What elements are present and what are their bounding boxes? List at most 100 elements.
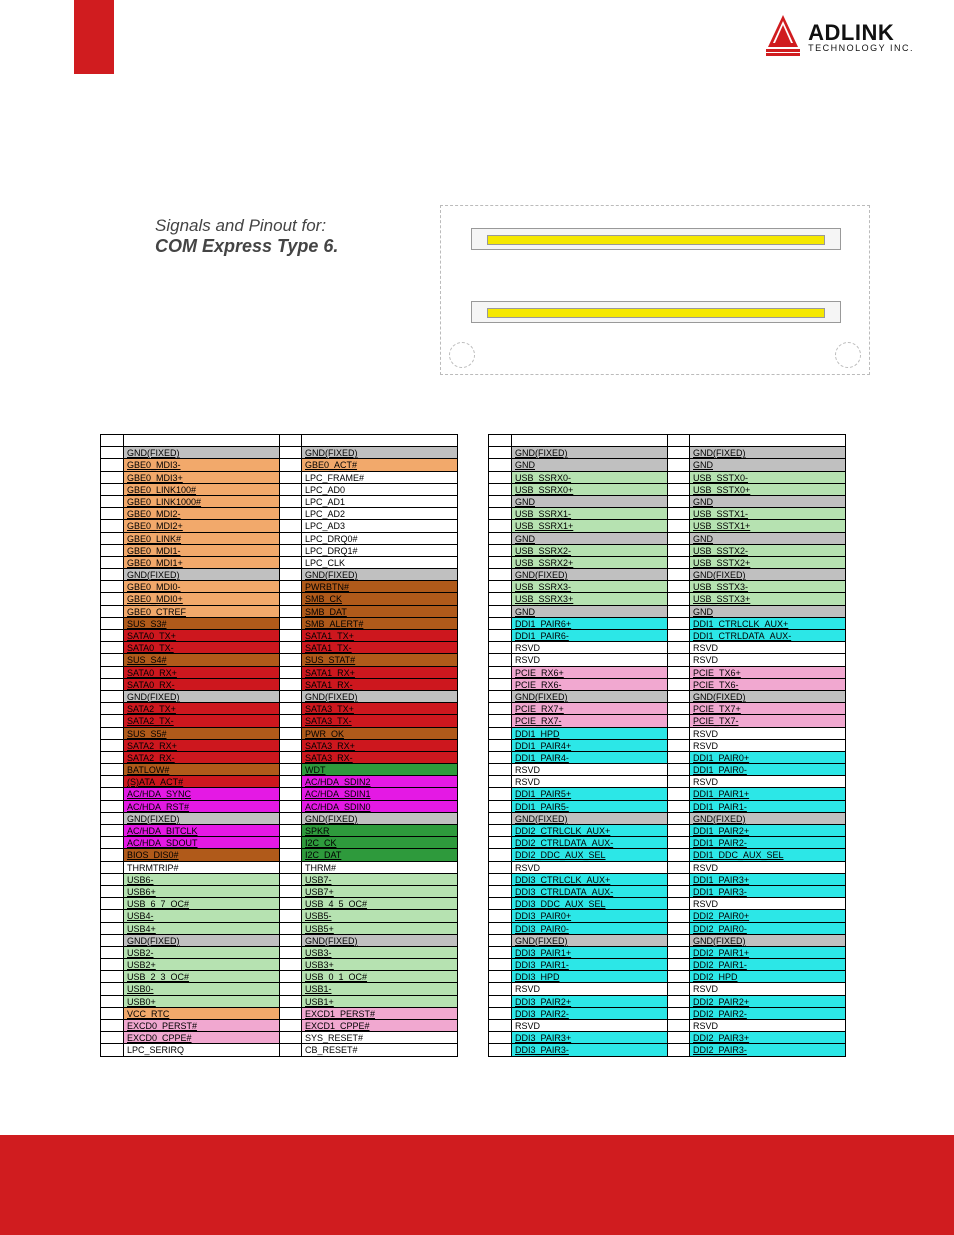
pin-number — [279, 728, 301, 740]
group-ab: GND(FIXED)GBE0_MDI3-GBE0_MDI3+GBE0_LINK1… — [100, 434, 458, 1057]
signal-cell: GND(FIXED) — [301, 813, 457, 825]
pin-number — [101, 801, 123, 813]
pin-number — [101, 923, 123, 935]
signal-cell: USB_0_1_OC# — [301, 971, 457, 983]
pin-number — [489, 910, 511, 922]
signal-cell: LPC_DRQ0# — [301, 533, 457, 545]
signal-cell: GBE0_MDI0+ — [123, 593, 279, 605]
pin-number — [101, 679, 123, 691]
signal-cell: SYS_RESET# — [301, 1032, 457, 1044]
signal-cell: PCIE_RX7- — [511, 715, 667, 727]
pin-number — [101, 764, 123, 776]
signal-cell: DDI1_PAIR1- — [689, 801, 845, 813]
signal-cell: AC/HDA_RST# — [123, 801, 279, 813]
pin-number — [279, 923, 301, 935]
signal-cell: GND(FIXED) — [123, 935, 279, 947]
signal-cell: GND — [511, 606, 667, 618]
signal-cell: USB_SSRX3- — [511, 581, 667, 593]
pin-number — [279, 1008, 301, 1020]
signal-cell: GBE0_LINK100# — [123, 484, 279, 496]
signal-cell: GND(FIXED) — [689, 691, 845, 703]
pin-number — [489, 459, 511, 471]
signal-cell: GBE0_MDI2+ — [123, 520, 279, 532]
signal-cell: DDI1_HPD — [511, 728, 667, 740]
pin-number — [101, 520, 123, 532]
col-c-sig: GND(FIXED)GNDUSB_SSRX0-USB_SSRX0+GNDUSB_… — [511, 435, 667, 1057]
pin-number — [279, 837, 301, 849]
signal-cell: GBE0_MDI0- — [123, 581, 279, 593]
pin-number — [279, 776, 301, 788]
signal-cell: GND(FIXED) — [123, 813, 279, 825]
pin-number — [279, 581, 301, 593]
pin-number — [489, 898, 511, 910]
signal-cell: SUS_S3# — [123, 618, 279, 630]
pin-number — [489, 533, 511, 545]
pin-number — [279, 813, 301, 825]
signal-cell: GND(FIXED) — [301, 569, 457, 581]
pin-number — [667, 581, 689, 593]
col-c-pin — [489, 435, 511, 1057]
signal-cell: THRM# — [301, 862, 457, 874]
logo-sub-text: TECHNOLOGY INC. — [808, 44, 914, 53]
pin-number — [667, 667, 689, 679]
pin-number — [279, 740, 301, 752]
signal-cell: EXCD1_PERST# — [301, 1008, 457, 1020]
signal-cell: DDI3_PAIR2+ — [511, 996, 667, 1008]
pin-number — [279, 874, 301, 886]
signal-cell: DDI2_PAIR0+ — [689, 910, 845, 922]
pin-number — [489, 557, 511, 569]
signal-cell: LPC_AD1 — [301, 496, 457, 508]
pin-number — [101, 752, 123, 764]
pin-number — [489, 983, 511, 995]
pin-number — [667, 825, 689, 837]
pin-number — [489, 935, 511, 947]
pin-number — [667, 1020, 689, 1032]
col-d-pin — [667, 435, 689, 1057]
pin-number — [279, 447, 301, 459]
pin-number — [489, 654, 511, 666]
signal-cell: USB_SSRX3+ — [511, 593, 667, 605]
signal-cell: EXCD1_CPPE# — [301, 1020, 457, 1032]
pin-number — [489, 606, 511, 618]
signal-cell: GBE0_LINK# — [123, 533, 279, 545]
pin-number — [101, 728, 123, 740]
signal-cell: DDI1_PAIR2- — [689, 837, 845, 849]
pin-number — [667, 630, 689, 642]
signal-cell: DDI3_DDC_AUX_SEL — [511, 898, 667, 910]
signal-cell: GND(FIXED) — [689, 935, 845, 947]
signal-cell: GND(FIXED) — [511, 447, 667, 459]
signal-cell: DDI1_PAIR6+ — [511, 618, 667, 630]
pin-number — [667, 813, 689, 825]
signal-cell: SATA3_RX+ — [301, 740, 457, 752]
signal-cell: DDI2_PAIR3- — [689, 1044, 845, 1056]
signal-cell: SATA2_RX- — [123, 752, 279, 764]
pin-number — [101, 533, 123, 545]
signal-cell: GND — [689, 606, 845, 618]
signal-cell: DDI1_CTRLCLK_AUX+ — [689, 618, 845, 630]
pin-number — [101, 654, 123, 666]
pin-number — [489, 1020, 511, 1032]
pin-number — [279, 1032, 301, 1044]
pin-number — [667, 996, 689, 1008]
pin-number — [667, 740, 689, 752]
signal-cell: DDI2_PAIR1- — [689, 959, 845, 971]
signal-cell: DDI1_CTRLDATA_AUX- — [689, 630, 845, 642]
pin-number — [489, 435, 511, 447]
pin-number — [489, 679, 511, 691]
pin-number — [101, 496, 123, 508]
pin-number — [667, 837, 689, 849]
pin-number — [279, 679, 301, 691]
pin-number — [279, 557, 301, 569]
signal-cell: SMB_CK — [301, 593, 457, 605]
signal-cell: GND — [511, 533, 667, 545]
pin-number — [279, 849, 301, 861]
pin-number — [667, 923, 689, 935]
signal-cell: RSVD — [689, 642, 845, 654]
signal-cell: DDI3_HPD — [511, 971, 667, 983]
pin-number — [279, 618, 301, 630]
pin-number — [489, 947, 511, 959]
signal-cell: AC/HDA_SDIN0 — [301, 801, 457, 813]
pin-number — [489, 703, 511, 715]
signal-cell: PCIE_TX6+ — [689, 667, 845, 679]
signal-cell: RSVD — [511, 1020, 667, 1032]
